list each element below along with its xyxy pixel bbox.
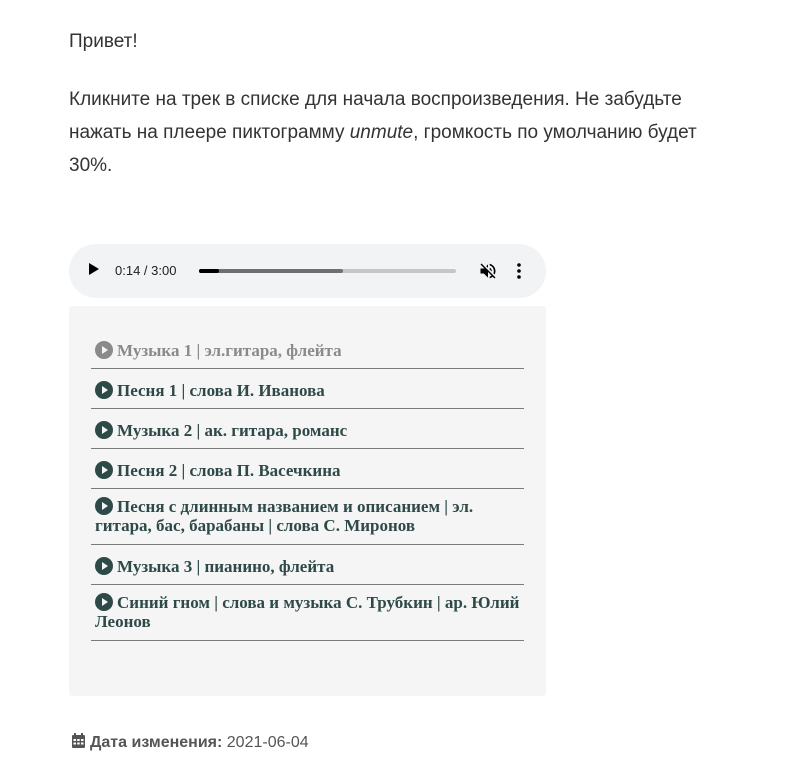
play-circle-icon: [95, 461, 113, 479]
track-label: Синий гном | слова и музыка С. Трубкин |…: [95, 593, 520, 631]
modified-date-value: 2021-06-04: [226, 734, 309, 751]
track-item[interactable]: Синий гном | слова и музыка С. Трубкин |…: [91, 585, 524, 641]
audio-player: 0:14 / 3:00: [69, 244, 546, 298]
track-label: Музыка 3 | пианино, флейта: [117, 557, 335, 576]
play-circle-icon: [95, 381, 113, 399]
track-list: Музыка 1 | эл.гитара, флейта Песня 1 | с…: [91, 331, 524, 641]
track-label: Песня 2 | слова П. Васечкина: [117, 461, 341, 480]
track-item[interactable]: Песня 1 | слова И. Иванова: [91, 369, 524, 409]
calendar-icon: [72, 733, 85, 748]
play-circle-icon: [95, 341, 113, 359]
intro-unmute-term: unmute: [349, 122, 414, 143]
time-display: 0:14 / 3:00: [115, 263, 177, 278]
intro-paragraph: Кликните на трек в списке для начала вос…: [69, 83, 719, 182]
page-content: Привет! Кликните на трек в списке для на…: [69, 28, 729, 182]
track-label: Песня 1 | слова И. Иванова: [117, 381, 325, 400]
track-item[interactable]: Музыка 1 | эл.гитара, флейта: [91, 331, 524, 369]
track-item[interactable]: Музыка 3 | пианино, флейта: [91, 545, 524, 585]
track-item[interactable]: Песня с длинным названием и описанием | …: [91, 489, 524, 545]
playlist: Музыка 1 | эл.гитара, флейта Песня 1 | с…: [69, 306, 546, 696]
track-item[interactable]: Песня 2 | слова П. Васечкина: [91, 449, 524, 489]
greeting-text: Привет!: [69, 31, 138, 52]
modified-date: Дата изменения: 2021-06-04: [71, 733, 309, 752]
play-circle-icon: [95, 557, 113, 575]
track-label: Музыка 1 | эл.гитара, флейта: [117, 341, 342, 360]
play-circle-icon: [95, 497, 113, 515]
progress-slider[interactable]: [199, 269, 456, 273]
more-vert-icon[interactable]: [513, 261, 525, 281]
track-item[interactable]: Музыка 2 | ак. гитара, романс: [91, 409, 524, 449]
modified-date-label: Дата изменения:: [90, 734, 223, 751]
track-label: Музыка 2 | ак. гитара, романс: [117, 421, 348, 440]
play-circle-icon: [95, 593, 113, 611]
track-label: Песня с длинным названием и описанием | …: [95, 497, 474, 535]
play-circle-icon: [95, 421, 113, 439]
buffered-bar: [199, 269, 343, 273]
played-bar: [199, 269, 219, 273]
play-button[interactable]: [89, 263, 99, 275]
volume-muted-icon[interactable]: [477, 261, 499, 281]
